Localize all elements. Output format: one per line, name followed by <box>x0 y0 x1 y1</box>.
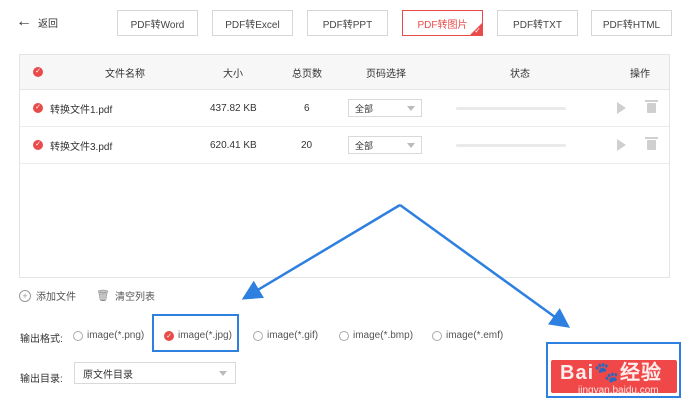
arrow-to-format <box>241 203 401 300</box>
arrow-to-convert <box>399 203 571 328</box>
annotation-arrows <box>241 203 571 328</box>
